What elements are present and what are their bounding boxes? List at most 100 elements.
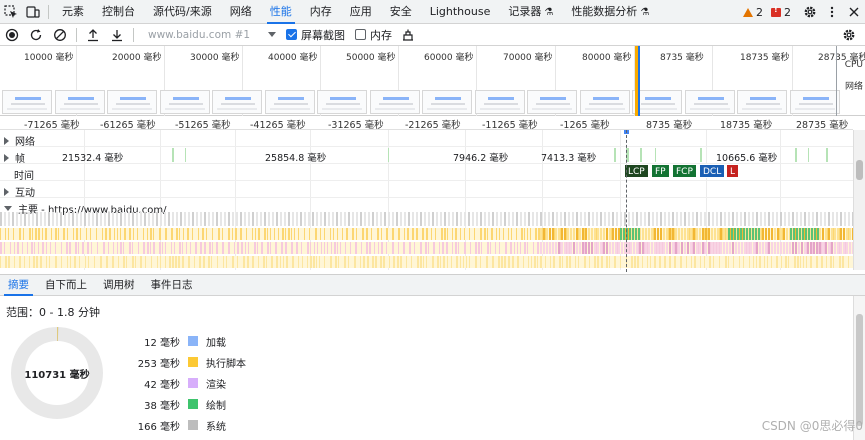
- more-options-icon[interactable]: [821, 0, 843, 24]
- main-thread-flame-chart[interactable]: [0, 212, 853, 272]
- network-track[interactable]: 网络: [0, 130, 853, 148]
- device-toolbar-icon[interactable]: [22, 0, 44, 24]
- tab-5[interactable]: 内存: [301, 0, 341, 24]
- overview-tick-label: 30000 毫秒: [190, 53, 240, 63]
- color-swatch: [188, 357, 198, 367]
- screenshot-thumbnail[interactable]: [474, 90, 525, 114]
- tab-4[interactable]: 性能: [261, 0, 301, 24]
- screenshot-thumbnail[interactable]: [422, 90, 472, 114]
- details-tab-2[interactable]: 调用树: [95, 275, 143, 296]
- settings-gear-icon[interactable]: [799, 0, 821, 24]
- screenshot-thumbnail[interactable]: [737, 90, 787, 114]
- frames-track[interactable]: 帧 21532.4 毫秒 25854.8 毫秒 7946.2 毫秒 7413.3 毫秒…: [0, 147, 853, 165]
- reload-record-button[interactable]: [24, 24, 48, 46]
- tab-7[interactable]: 安全: [381, 0, 421, 24]
- details-tab-3[interactable]: 事件日志: [143, 275, 201, 296]
- screenshot-thumbnail[interactable]: [527, 90, 577, 114]
- details-tab-1[interactable]: 自下而上: [37, 275, 95, 296]
- screenshot-thumbnail[interactable]: [2, 90, 52, 114]
- screenshot-thumbnail[interactable]: [369, 90, 420, 114]
- tab-label: 元素: [62, 4, 84, 18]
- watermark: CSDN @0思必得0: [761, 419, 863, 433]
- performance-toolbar: www.baidu.com #1 屏幕截图 内存: [0, 24, 865, 46]
- screenshot-thumbnail[interactable]: [264, 90, 315, 114]
- tab-3[interactable]: 网络: [221, 0, 261, 24]
- overview-tick-label: 8735 毫秒: [660, 53, 704, 63]
- summary-value: 42 毫秒: [144, 379, 180, 391]
- color-swatch: [188, 336, 198, 346]
- summary-category: 渲染: [206, 379, 226, 391]
- tab-2[interactable]: 源代码/来源: [144, 0, 221, 24]
- tab-1[interactable]: 控制台: [93, 0, 144, 24]
- record-button[interactable]: [0, 24, 24, 46]
- memory-checkbox[interactable]: 内存: [355, 27, 392, 43]
- recording-select[interactable]: www.baidu.com #1: [144, 26, 280, 44]
- timeline-overview[interactable]: CPU 网络 10000 毫秒 20000 毫秒 30000 毫秒 40000 毫秒 5…: [0, 46, 865, 116]
- timing-marker-lcp[interactable]: LCP: [624, 164, 649, 178]
- summary-value: 253 毫秒: [137, 358, 180, 370]
- details-tab-0[interactable]: 摘要: [0, 275, 37, 296]
- tab-label: 应用: [349, 4, 372, 18]
- tab-10[interactable]: 性能数据分析 ⚗: [562, 0, 658, 24]
- color-swatch: [188, 420, 198, 430]
- interactions-track[interactable]: 互动: [0, 181, 853, 199]
- summary-legend-row: 253 毫秒 执行脚本: [100, 355, 246, 370]
- tab-label: 记录器: [508, 4, 542, 18]
- tab-8[interactable]: Lighthouse: [421, 0, 500, 24]
- download-profile-button[interactable]: [105, 24, 129, 46]
- ruler-tick-label: -51265 毫秒: [175, 120, 231, 131]
- summary-legend-row: 12 毫秒 加载: [100, 334, 226, 349]
- screenshot-thumbnail[interactable]: [789, 90, 840, 114]
- warnings-badge[interactable]: 2: [743, 6, 763, 19]
- screenshot-thumbnail[interactable]: [54, 90, 105, 114]
- ruler-tick-label: -21265 毫秒: [405, 120, 461, 131]
- summary-legend-row: 38 毫秒 绘制: [100, 397, 226, 412]
- timeline-scrollbar[interactable]: [853, 130, 865, 270]
- expand-triangle-icon[interactable]: [4, 136, 9, 145]
- overview-window-handle[interactable]: [638, 46, 640, 116]
- capture-settings-gear-icon[interactable]: [837, 24, 861, 46]
- timing-marker-fcp[interactable]: FCP: [672, 164, 697, 178]
- tab-label: 性能: [269, 4, 292, 18]
- ruler-tick-label: 8735 毫秒: [646, 120, 693, 131]
- collapse-triangle-icon[interactable]: [4, 206, 12, 211]
- garbage-collect-button[interactable]: [396, 24, 420, 46]
- summary-legend-row: 166 毫秒 系统: [100, 418, 226, 433]
- screenshot-thumbnail[interactable]: [107, 90, 157, 114]
- summary-legend-row: 42 毫秒 渲染: [100, 376, 226, 391]
- summary-value: 12 毫秒: [144, 337, 180, 349]
- timing-marker-dcl[interactable]: DCL: [699, 164, 726, 178]
- clear-button[interactable]: [48, 24, 72, 46]
- timing-marker-fp[interactable]: FP: [651, 164, 670, 178]
- current-time-line: [626, 130, 627, 272]
- expand-triangle-icon[interactable]: [4, 187, 9, 196]
- tab-9[interactable]: 记录器 ⚗: [499, 0, 562, 24]
- checkbox-checked-icon: [286, 29, 297, 40]
- tab-label: 安全: [389, 4, 412, 18]
- ruler-tick-label: 18735 毫秒: [720, 120, 773, 131]
- ruler-tick-label: -1265 毫秒: [560, 120, 610, 131]
- errors-badge[interactable]: 2: [771, 5, 791, 19]
- tab-label: 源代码/来源: [153, 4, 212, 18]
- upload-profile-button[interactable]: [81, 24, 105, 46]
- overview-tick-label: 18735 毫秒: [740, 53, 790, 63]
- screenshot-thumbnail[interactable]: [317, 90, 367, 114]
- timing-marker-l[interactable]: L: [726, 164, 740, 178]
- tab-0[interactable]: 元素: [53, 0, 93, 24]
- close-icon[interactable]: [843, 0, 865, 24]
- summary-category: 加载: [206, 337, 226, 349]
- screenshot-thumbnail[interactable]: [684, 90, 735, 114]
- screenshots-checkbox[interactable]: 屏幕截图: [286, 27, 345, 43]
- overview-window-handle[interactable]: [836, 46, 837, 116]
- scrollbar-thumb[interactable]: [856, 314, 863, 426]
- inspect-element-icon[interactable]: [0, 0, 22, 24]
- scrollbar-thumb[interactable]: [856, 160, 863, 180]
- tab-6[interactable]: 应用: [341, 0, 381, 24]
- experiment-flask-icon: ⚗: [640, 6, 650, 18]
- tab-label: 控制台: [102, 4, 135, 18]
- screenshot-thumbnail[interactable]: [212, 90, 262, 114]
- summary-category: 系统: [206, 421, 226, 433]
- time-ruler: -71265 毫秒 -61265 毫秒 -51265 毫秒 -41265 毫秒 -312…: [0, 116, 853, 131]
- screenshot-thumbnail[interactable]: [579, 90, 630, 114]
- screenshot-thumbnail[interactable]: [159, 90, 210, 114]
